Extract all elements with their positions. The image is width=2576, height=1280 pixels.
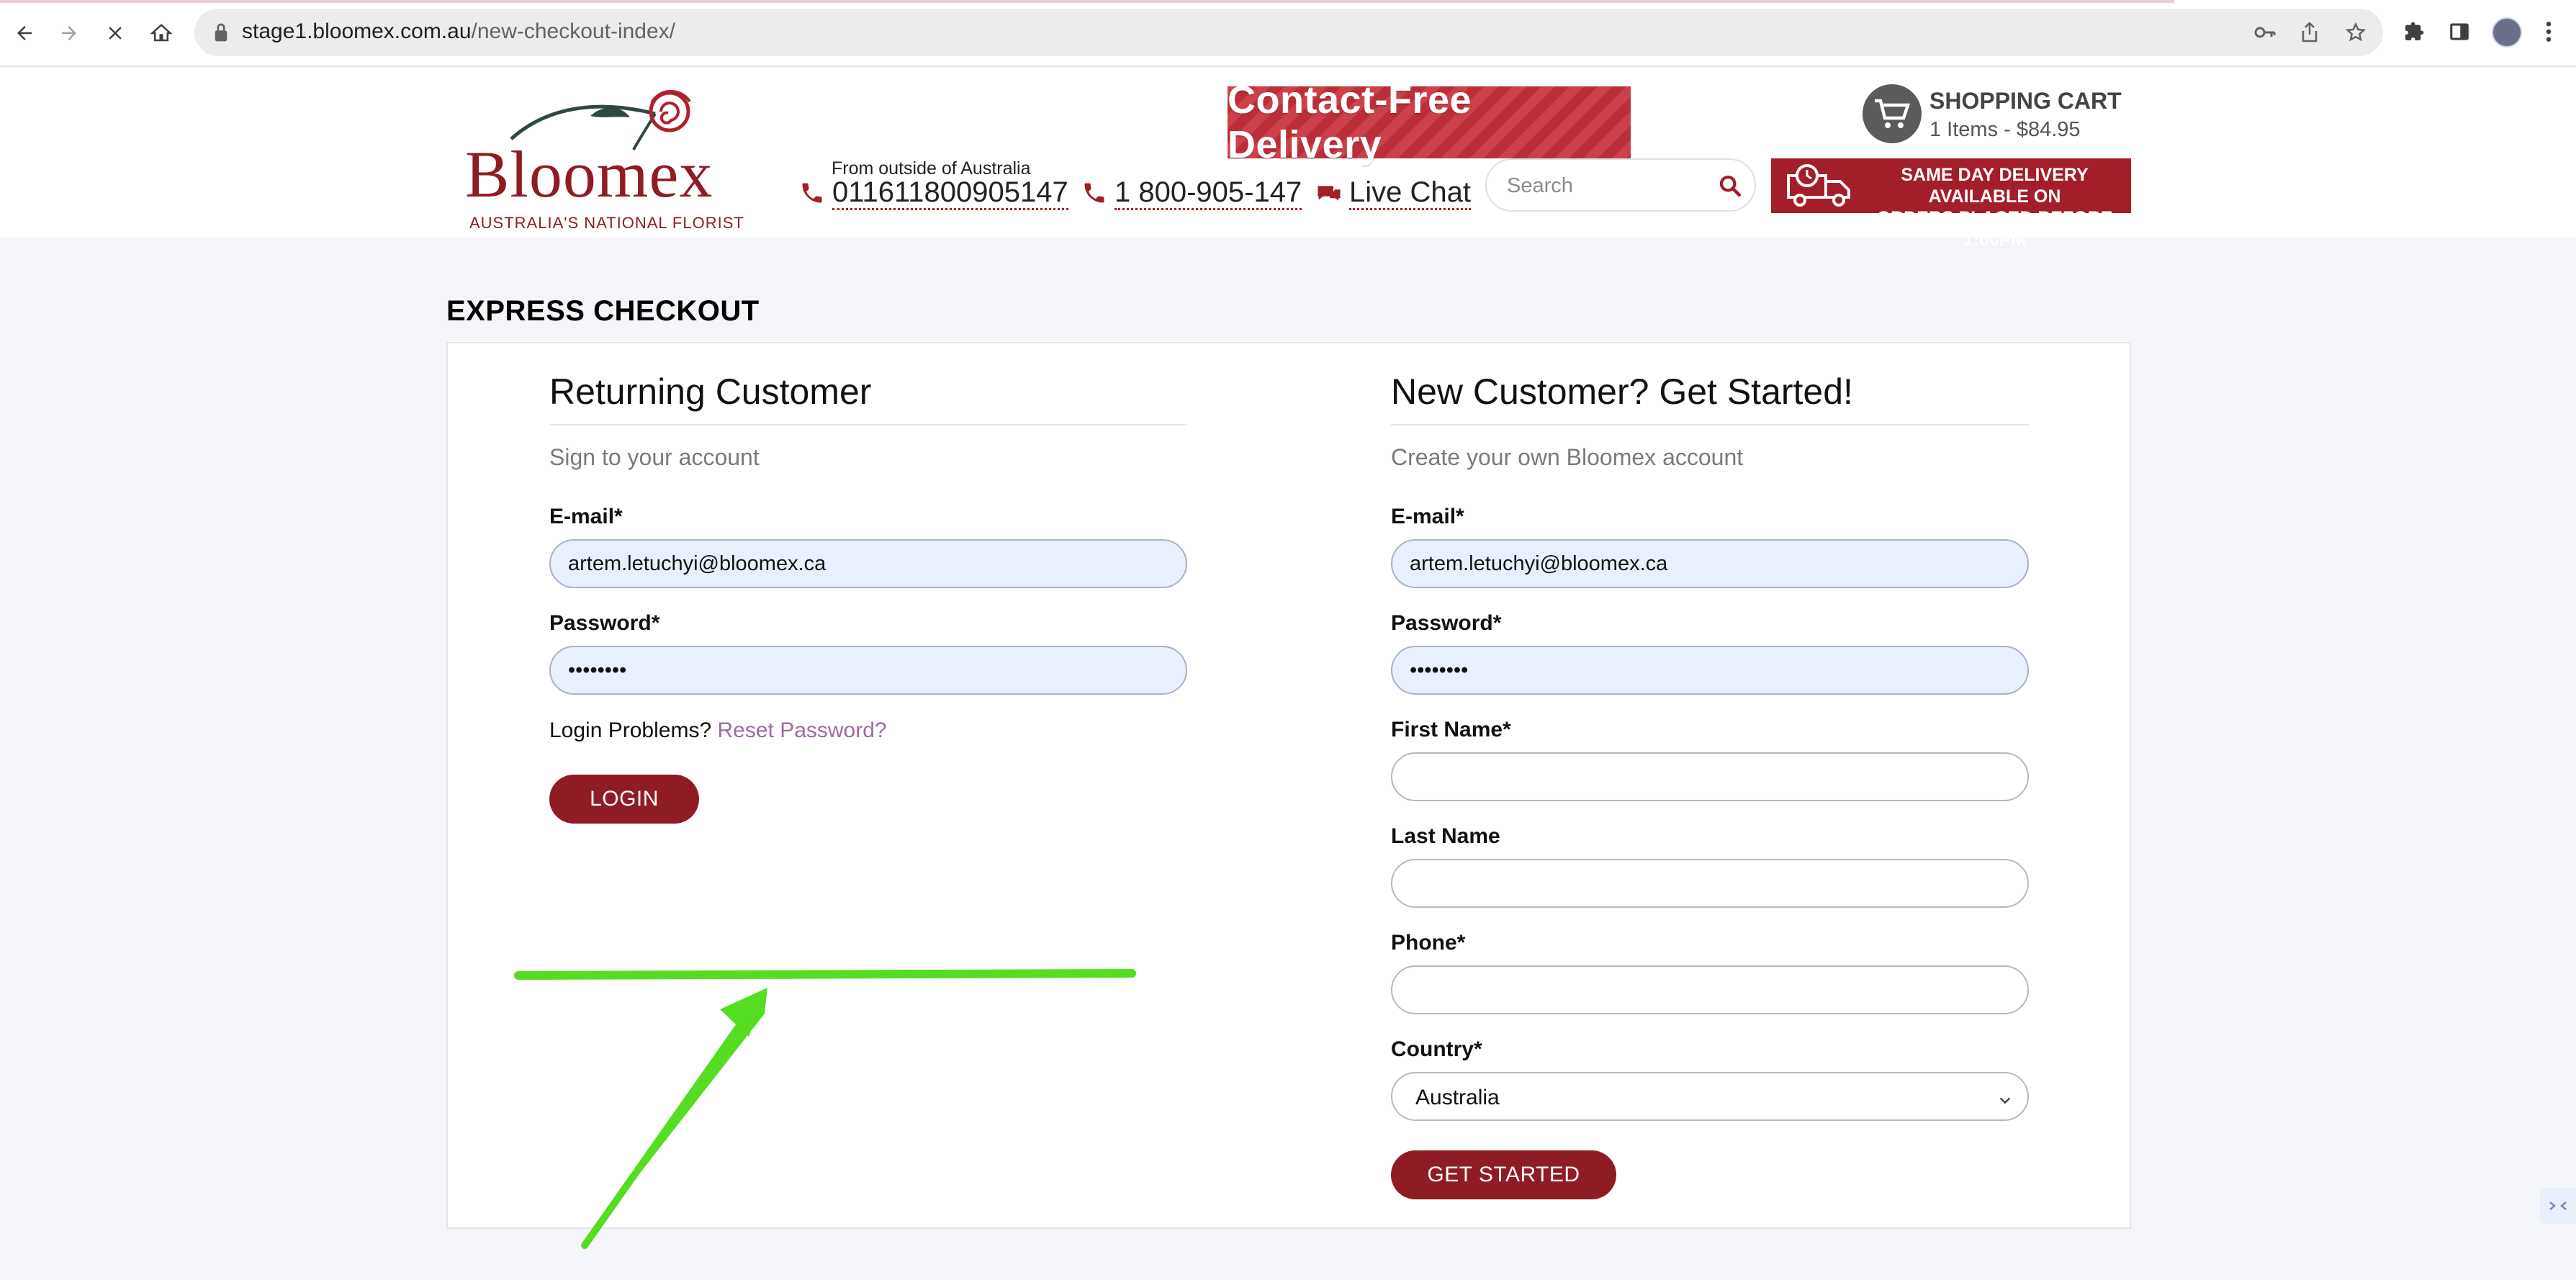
login-email-input[interactable] [549,539,1187,588]
phone-input[interactable] [1391,965,2029,1014]
browser-toolbar: stage1.bloomex.com.au/new-checkout-index… [0,0,2576,67]
new-customer-subheading: Create your own Bloomex account [1391,444,1744,470]
register-password-input[interactable] [1391,646,2029,695]
new-customer-heading: New Customer? Get Started! [1391,371,1853,412]
phone-icon [802,183,822,203]
lock-icon[interactable] [213,22,229,46]
country-label: Country* [1391,1037,1482,1061]
address-bar[interactable]: stage1.bloomex.com.au/new-checkout-index… [194,9,2383,56]
last-name-label: Last Name [1391,824,1500,848]
chevron-down-icon [1997,1089,2013,1114]
stop-loading-button[interactable] [98,16,132,50]
country-select[interactable]: Australia [1391,1072,2029,1121]
page-load-progress [0,0,2174,3]
intl-phone-number: 011611800905147 [832,176,1068,210]
browser-menu-icon[interactable] [2534,17,2563,46]
arrow-right-icon [62,26,76,40]
returning-divider [549,424,1187,425]
logo-wordmark: Bloomex [465,138,713,211]
first-name-label: First Name* [1391,718,1511,742]
url-text[interactable]: stage1.bloomex.com.au/new-checkout-index… [242,19,675,44]
search-form [1485,158,1756,212]
search-icon [1719,175,1742,197]
side-widget-tab[interactable] [2540,1188,2576,1224]
back-button[interactable] [7,16,42,50]
login-password-input[interactable] [549,646,1187,695]
bookmark-star-icon[interactable] [2344,21,2367,44]
close-icon [109,27,122,40]
forward-button[interactable] [52,16,86,50]
promo-banner-text: Contact-Free Delivery [1228,78,1472,166]
profile-avatar[interactable] [2492,17,2522,48]
new-customer-divider [1391,424,2029,425]
home-icon [150,24,172,42]
checkout-panel: Returning Customer Sign to your account … [446,342,2131,1229]
url-path: /new-checkout-index/ [471,19,675,43]
same-day-delivery-text: SAME DAY DELIVERY AVAILABLE ON ORDERS PL… [1863,164,2126,251]
key-icon[interactable] [2253,21,2276,44]
country-selected-value: Australia [1415,1086,1500,1109]
arrow-left-icon [17,26,32,40]
login-problems-text: Login Problems? [549,718,712,742]
local-phone-link[interactable]: 1 800-905-147 [1081,175,1302,211]
last-name-input[interactable] [1391,859,2029,908]
returning-subheading: Sign to your account [549,444,760,470]
cart-title[interactable]: SHOPPING CART [1929,88,2122,114]
login-email-label: E-mail* [549,505,623,528]
url-host: stage1.bloomex.com.au [242,19,472,43]
search-button[interactable] [1716,171,1744,200]
login-problems-row: Login Problems? Reset Password? [549,718,887,743]
share-icon[interactable] [2298,21,2321,44]
logo-tagline: AUSTRALIA'S NATIONAL FLORIST [469,214,744,232]
live-chat-link[interactable]: Live Chat [1316,175,1471,211]
site-header: Bloomex AUSTRALIA'S NATIONAL FLORIST Fro… [0,67,2576,250]
search-input[interactable] [1505,170,1710,202]
login-button[interactable]: LOGIN [549,775,699,824]
reset-password-link[interactable]: Reset Password? [717,718,886,742]
same-day-line-1: SAME DAY DELIVERY AVAILABLE ON [1901,165,2089,207]
first-name-input[interactable] [1391,752,2029,801]
extensions-puzzle-icon[interactable] [2400,17,2428,46]
live-chat-label: Live Chat [1349,176,1471,210]
intl-phone-link[interactable]: 011611800905147 [799,175,1068,211]
login-password-label: Password* [549,611,660,635]
bloomex-logo[interactable]: Bloomex AUSTRALIA'S NATIONAL FLORIST [461,81,744,232]
shopping-cart-icon[interactable] [1863,84,1922,143]
delivery-truck-icon [1787,164,1850,207]
register-email-label: E-mail* [1391,505,1464,528]
home-button[interactable] [144,16,179,50]
chat-icon [1318,186,1341,201]
side-panel-icon[interactable] [2445,17,2474,46]
register-password-label: Password* [1391,611,1502,635]
register-email-input[interactable] [1391,539,2029,588]
local-phone-number: 1 800-905-147 [1114,176,1302,210]
same-day-delivery-banner[interactable]: SAME DAY DELIVERY AVAILABLE ON ORDERS PL… [1771,158,2131,250]
page-title: EXPRESS CHECKOUT [446,295,760,327]
same-day-line-2: ORDERS PLACED BEFORE 1:00PM [1876,208,2113,250]
contact-free-delivery-banner[interactable]: Contact-Free Delivery [1228,78,1631,166]
cart-summary[interactable]: 1 Items - $84.95 [1929,118,2081,142]
returning-customer-heading: Returning Customer [549,371,872,412]
phone-label: Phone* [1391,931,1466,955]
chevron-collapse-icon [2549,1202,2567,1210]
phone-icon [1084,183,1104,203]
get-started-button[interactable]: GET STARTED [1391,1150,1616,1199]
